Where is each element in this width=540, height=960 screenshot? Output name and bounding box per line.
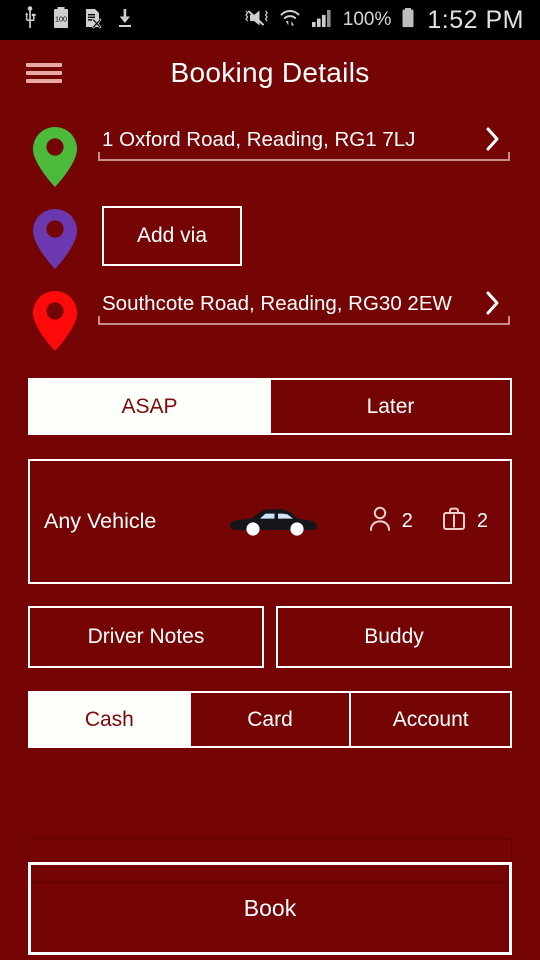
chevron-right-icon[interactable]: [466, 126, 520, 156]
wifi-transfer-icon: [279, 6, 301, 35]
luggage-icon: [441, 505, 467, 538]
buddy-button[interactable]: Buddy: [276, 606, 512, 668]
tab-cash[interactable]: Cash: [30, 693, 189, 746]
vehicle-name-label: Any Vehicle: [44, 509, 157, 533]
mute-vibrate-icon: [244, 6, 270, 35]
chevron-right-icon[interactable]: [466, 290, 520, 320]
tab-asap[interactable]: ASAP: [30, 380, 269, 433]
dropoff-address-field[interactable]: Southcote Road, Reading, RG30 2EW: [88, 284, 520, 325]
pickup-address-field[interactable]: 1 Oxford Road, Reading, RG1 7LJ: [88, 120, 520, 161]
time-mode-segment: ASAP Later: [28, 378, 512, 435]
vehicle-selector[interactable]: Any Vehicle 2 2: [28, 459, 512, 584]
dropoff-pin-icon: [22, 284, 88, 352]
via-pin-icon: [22, 202, 88, 270]
vehicle-capacity: 2 2: [368, 505, 502, 538]
page-title: Booking Details: [170, 57, 370, 88]
passenger-capacity: 2: [368, 505, 413, 538]
battery-percent-label: 100%: [342, 9, 392, 30]
status-bar-left-icons: 100: [10, 5, 134, 35]
usb-icon: [22, 5, 38, 35]
via-address-row: Add via: [0, 202, 540, 270]
tab-card[interactable]: Card: [188, 693, 350, 746]
payment-method-segment: Cash Card Account: [28, 691, 512, 748]
battery-100-icon: 100: [52, 6, 70, 35]
battery-icon: [400, 6, 416, 35]
extras-row: Driver Notes Buddy: [28, 606, 512, 668]
sedan-car-icon: [213, 504, 333, 540]
booking-details-screen: 100 100% 1:52 PM Booking Details 1 Oxfor…: [0, 0, 540, 960]
app-bar: Booking Details: [0, 40, 540, 106]
pickup-field-underline: [98, 152, 510, 161]
book-button[interactable]: Book: [28, 862, 512, 955]
download-icon: [116, 6, 134, 35]
passenger-count: 2: [401, 510, 413, 532]
tab-later[interactable]: Later: [269, 380, 510, 433]
status-bar: 100 100% 1:52 PM: [0, 0, 540, 40]
sim-card-error-icon: [84, 6, 102, 35]
luggage-capacity: 2: [441, 505, 488, 538]
signal-bars-icon: [310, 6, 334, 35]
hamburger-menu-icon[interactable]: [26, 60, 62, 86]
pickup-pin-icon: [22, 120, 88, 188]
tab-account[interactable]: Account: [349, 693, 510, 746]
dropoff-field-underline: [98, 316, 510, 325]
driver-notes-button[interactable]: Driver Notes: [28, 606, 264, 668]
passenger-icon: [368, 505, 392, 538]
status-bar-right-icons: 100% 1:52 PM: [244, 6, 530, 35]
battery-level-text: 100: [55, 14, 67, 23]
luggage-count: 2: [476, 510, 488, 532]
clock-label: 1:52 PM: [427, 5, 524, 34]
dropoff-address-row[interactable]: Southcote Road, Reading, RG30 2EW: [0, 284, 540, 352]
add-via-button[interactable]: Add via: [102, 206, 242, 266]
pickup-address-row[interactable]: 1 Oxford Road, Reading, RG1 7LJ: [0, 120, 540, 188]
